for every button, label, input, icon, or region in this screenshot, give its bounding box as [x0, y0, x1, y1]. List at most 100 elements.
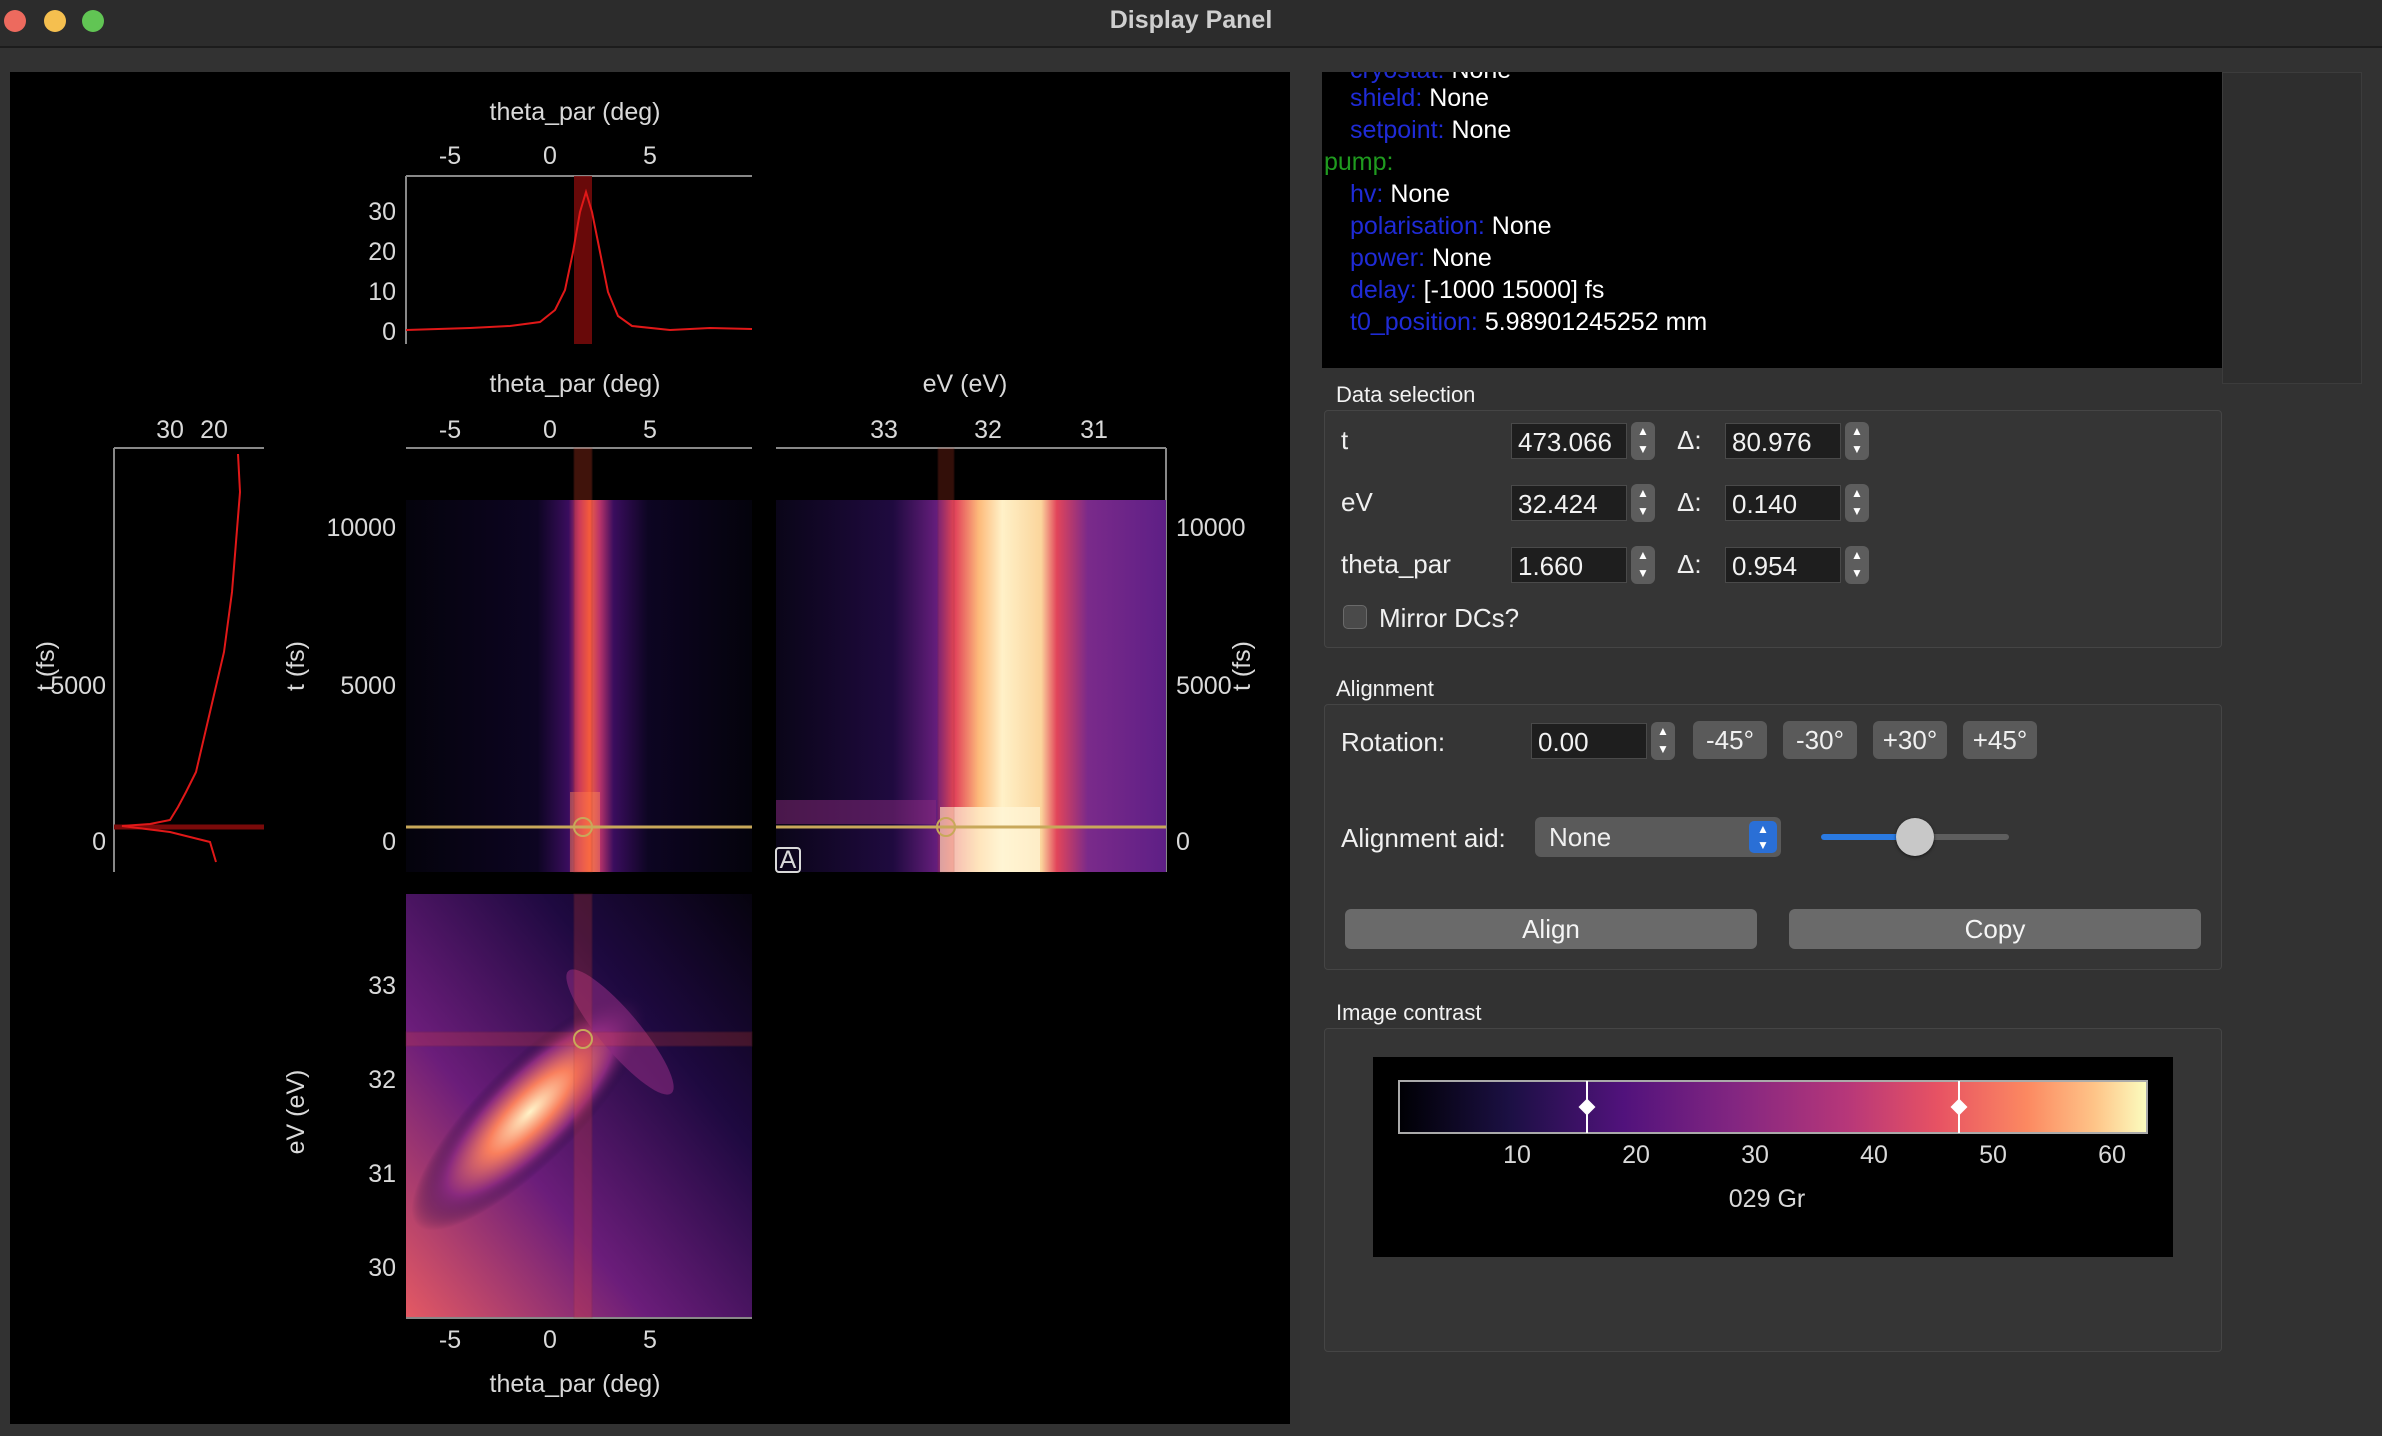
t-theta-x-tick: -5	[439, 416, 461, 444]
t-ev-hotspot	[940, 807, 1040, 872]
t-theta-x-tick: 5	[643, 416, 657, 444]
ev-theta-vertical-selection[interactable]	[573, 893, 593, 1319]
window-title: Display Panel	[1109, 6, 1273, 34]
title-bar: Display Panel	[0, 0, 2382, 48]
theta-par-delta-label: Δ:	[1677, 549, 1702, 579]
copy-button[interactable]: Copy	[1789, 909, 2201, 949]
ev-theta-horizontal-selection[interactable]	[405, 1031, 753, 1047]
theta-par-delta-field[interactable]: 0.954	[1725, 547, 1841, 583]
ev-theta-x-label: theta_par (deg)	[490, 1370, 661, 1398]
top-profile-x-tick: -5	[439, 142, 461, 170]
rotate-plus-30-button[interactable]: +30°	[1873, 721, 1947, 759]
t-delta-stepper[interactable]: ▲ ▼	[1845, 422, 1869, 460]
metadata-group-line: pump:	[1324, 148, 1394, 176]
theta-par-label: theta_par	[1341, 549, 1451, 579]
ev-delta-field[interactable]: 0.140	[1725, 485, 1841, 521]
colorbar-tick: 40	[1860, 1141, 1888, 1169]
mirror-dcs-label: Mirror DCs?	[1379, 603, 1520, 633]
ev-label: eV	[1341, 487, 1373, 517]
rotation-field[interactable]: 0.00	[1531, 723, 1647, 759]
rotate-minus-30-button[interactable]: -30°	[1783, 721, 1857, 759]
left-profile-x-tick: 30	[156, 416, 184, 444]
theta-par-delta-stepper[interactable]: ▲ ▼	[1845, 546, 1869, 584]
t-theta-map[interactable]: theta_par (deg) -5 0 5 t (fs) 10000 5000…	[282, 370, 752, 873]
colorbar-tick: 20	[1622, 1141, 1650, 1169]
left-profile-x-tick: 20	[200, 416, 228, 444]
t-theta-y-tick: 5000	[340, 672, 396, 700]
t-theta-vertical-selection[interactable]	[573, 447, 593, 873]
ev-theta-y-tick: 31	[368, 1160, 396, 1188]
ev-theta-y-tick: 32	[368, 1066, 396, 1094]
data-selection-group: t 473.066 ▲ ▼ Δ: 80.976 ▲ ▼ eV 32.424 ▲ ▼ Δ…	[1324, 410, 2222, 648]
metadata-line: setpoint: None	[1350, 116, 1512, 144]
image-contrast-title: Image contrast	[1336, 1000, 1482, 1025]
top-profile-plot[interactable]: theta_par (deg) -5 0 5 30 20 10 0	[368, 98, 753, 346]
alignment-aid-dropdown[interactable]: None ▲ ▼	[1535, 817, 1781, 857]
t-delta-field[interactable]: 80.976	[1725, 423, 1841, 459]
theta-par-value-stepper[interactable]: ▲ ▼	[1631, 546, 1655, 584]
ev-value-stepper[interactable]: ▲ ▼	[1631, 484, 1655, 522]
plots-canvas[interactable]: theta_par (deg) -5 0 5 30 20 10 0 30 20 …	[10, 72, 1290, 1424]
ev-delta-stepper[interactable]: ▲ ▼	[1845, 484, 1869, 522]
rotate-plus-45-button[interactable]: +45°	[1963, 721, 2037, 759]
metadata-scroll-gutter[interactable]	[2222, 72, 2362, 384]
t-delta-label: Δ:	[1677, 425, 1702, 455]
ev-value-field[interactable]: 32.424	[1511, 485, 1627, 521]
left-profile-curve	[121, 453, 242, 863]
t-theta-y-tick: 0	[382, 828, 396, 856]
mirror-dcs-checkbox[interactable]	[1343, 605, 1367, 629]
colorbar-canvas[interactable]: 10 20 30 40 50 60 029 Gr	[1373, 1057, 2173, 1257]
top-profile-x-label: theta_par (deg)	[490, 98, 661, 126]
ev-theta-y-tick: 33	[368, 972, 396, 1000]
metadata-line: power: None	[1350, 244, 1492, 272]
data-selection-title: Data selection	[1336, 382, 1476, 407]
top-profile-y-tick: 0	[382, 318, 396, 346]
alignment-aid-label: Alignment aid:	[1341, 823, 1506, 853]
colorbar-tick: 60	[2098, 1141, 2126, 1169]
left-profile-plot[interactable]: 30 20 t (fs) 5000 0	[32, 416, 264, 872]
t-ev-x-tick: 32	[974, 416, 1002, 444]
alignment-aid-value: None	[1549, 822, 1612, 852]
top-profile-y-tick: 30	[368, 198, 396, 226]
ev-theta-x-tick: -5	[439, 1326, 461, 1354]
auto-range-badge: A	[780, 846, 797, 874]
theta-par-value-field[interactable]: 1.660	[1511, 547, 1627, 583]
t-theta-y-label: t (fs)	[282, 641, 310, 691]
alignment-group: Rotation: 0.00 ▲ ▼ -45° -30° +30° +45° Al…	[1324, 704, 2222, 970]
ev-theta-map[interactable]: eV (eV) 33 32 31 30 -5 0 5 theta_par (de…	[282, 893, 753, 1398]
t-ev-vertical-selection[interactable]	[937, 447, 955, 873]
t-value-stepper[interactable]: ▲ ▼	[1631, 422, 1655, 460]
colorbar-tick: 50	[1979, 1141, 2007, 1169]
t-ev-y-tick: 10000	[1176, 514, 1246, 542]
t-ev-y-tick: 5000	[1176, 672, 1232, 700]
rotation-label: Rotation:	[1341, 727, 1446, 757]
align-button[interactable]: Align	[1345, 909, 1757, 949]
colorbar-gradient[interactable]	[1398, 1080, 2148, 1134]
t-label: t	[1341, 425, 1349, 455]
t-ev-y-tick: 0	[1176, 828, 1190, 856]
metadata-line: shield: None	[1350, 84, 1489, 112]
t-theta-x-label: theta_par (deg)	[490, 370, 661, 398]
metadata-line: hv: None	[1350, 180, 1451, 208]
metadata-view[interactable]: cryostat: None shield: None setpoint: No…	[1322, 72, 2222, 368]
chevron-updown-icon: ▲ ▼	[1749, 821, 1777, 853]
t-ev-x-tick: 33	[870, 416, 898, 444]
ev-theta-y-tick: 30	[368, 1254, 396, 1282]
top-profile-y-tick: 20	[368, 238, 396, 266]
t-ev-map[interactable]: eV (eV) 33 32 31 10000 5000 0 t (fs) A	[775, 370, 1256, 874]
alignment-title: Alignment	[1336, 676, 1434, 701]
colorbar-panel[interactable]: 10 20 30 40 50 60 029 Gr	[1373, 1057, 2173, 1257]
alignment-slider-knob[interactable]	[1896, 818, 1934, 856]
rotate-minus-45-button[interactable]: -45°	[1693, 721, 1767, 759]
left-profile-y-tick: 5000	[50, 672, 106, 700]
rotation-stepper[interactable]: ▲ ▼	[1651, 722, 1675, 760]
plot-area[interactable]: theta_par (deg) -5 0 5 30 20 10 0 30 20 …	[10, 72, 1290, 1424]
t-ev-x-tick: 31	[1080, 416, 1108, 444]
ev-theta-y-label: eV (eV)	[282, 1070, 310, 1155]
t-theta-y-tick: 10000	[326, 514, 396, 542]
metadata-line: t0_position: 5.98901245252 mm	[1350, 308, 1708, 336]
t-value-field[interactable]: 473.066	[1511, 423, 1627, 459]
colorbar-label: 029 Gr	[1729, 1185, 1805, 1213]
top-profile-y-tick: 10	[368, 278, 396, 306]
top-profile-x-tick: 0	[543, 142, 557, 170]
